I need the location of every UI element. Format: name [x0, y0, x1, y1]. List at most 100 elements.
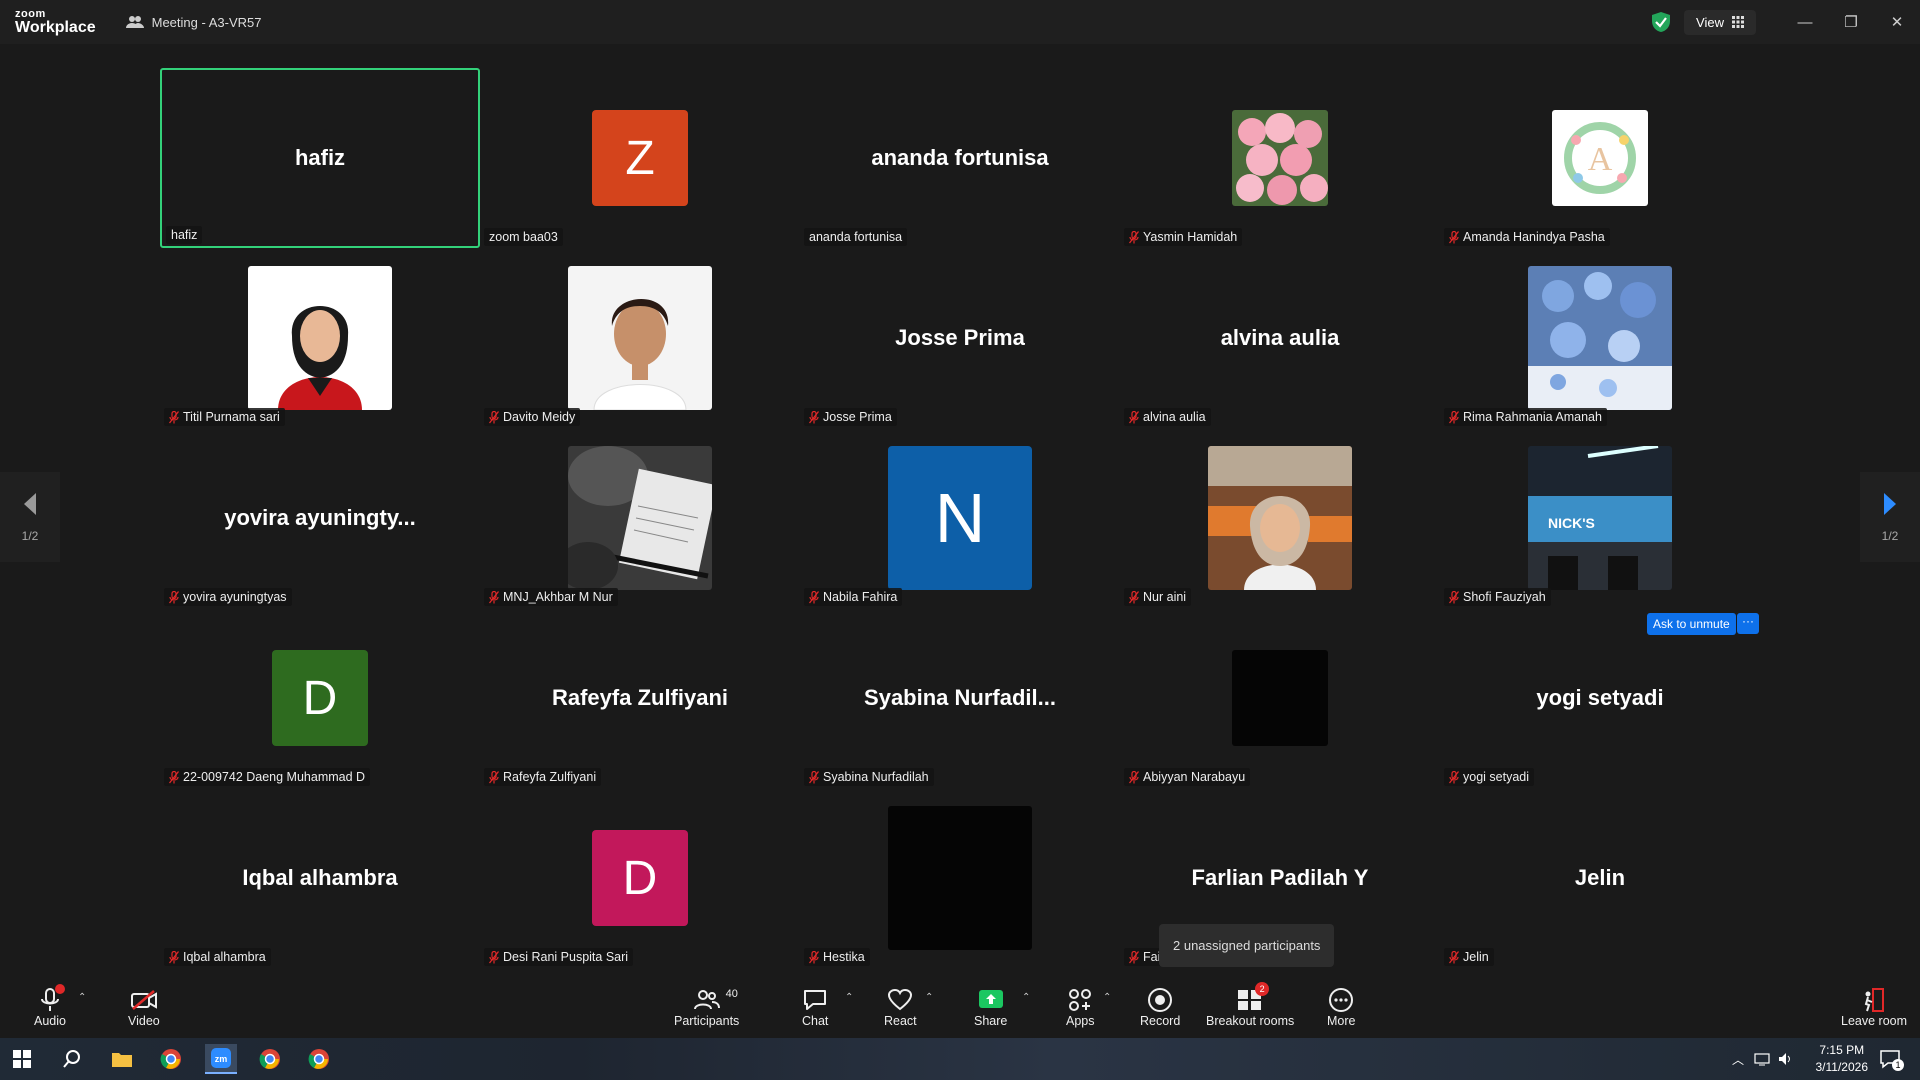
participant-tile[interactable]: Abiyyan Narabayu	[1120, 608, 1440, 788]
participant-name-tag: Shofi Fauziyah	[1444, 588, 1551, 606]
muted-mic-icon	[1448, 410, 1460, 424]
participant-tile[interactable]: hafiz hafiz	[160, 68, 480, 248]
close-icon[interactable]: ✕	[1874, 0, 1920, 44]
participant-name: Fai	[1143, 950, 1161, 964]
react-label: React	[884, 1014, 917, 1028]
apps-button[interactable]: Apps	[1066, 986, 1095, 1028]
os-taskbar: zm ︿ 7:15 PM 3/11/2026 1	[0, 1038, 1920, 1080]
participant-tile[interactable]: NICK'S Shofi Fauziyah	[1440, 428, 1760, 608]
search-icon[interactable]	[56, 1044, 88, 1074]
participant-tile[interactable]: Nur aini	[1120, 428, 1440, 608]
participant-tile[interactable]: Titil Purnama sari	[160, 248, 480, 428]
participant-display-name: Iqbal alhambra	[242, 865, 398, 890]
logo-top: zoom	[15, 7, 46, 20]
participant-tile[interactable]: Hestika	[800, 788, 1120, 968]
record-button[interactable]: Record	[1140, 986, 1180, 1028]
system-clock[interactable]: 7:15 PM 3/11/2026	[1816, 1042, 1869, 1076]
participant-tile[interactable]: Iqbal alhambra Iqbal alhambra	[160, 788, 480, 968]
participant-name-tag: hafiz	[166, 226, 203, 244]
restore-icon[interactable]: ❐	[1828, 0, 1874, 44]
profile-photo	[1208, 446, 1352, 590]
participant-name: Yasmin Hamidah	[1143, 230, 1238, 244]
minimize-icon[interactable]: —	[1782, 0, 1828, 44]
participant-tile[interactable]: D 22-009742 Daeng Muhammad D	[160, 608, 480, 788]
chat-label: Chat	[802, 1014, 829, 1028]
participant-display-name: alvina aulia	[1220, 325, 1340, 350]
participant-tile[interactable]: Josse Prima Josse Prima	[800, 248, 1120, 428]
notifications-icon[interactable]: 1	[1874, 1044, 1906, 1074]
view-button[interactable]: View	[1684, 9, 1756, 35]
participant-tile[interactable]: Syabina Nurfadil... Syabina Nurfadilah	[800, 608, 1120, 788]
ask-to-unmute-button[interactable]: Ask to unmute	[1647, 613, 1736, 635]
share-caret-icon[interactable]: ⌃	[1022, 992, 1030, 1003]
participant-name-tag: Iqbal alhambra	[164, 948, 271, 966]
chat-caret-icon[interactable]: ⌃	[845, 992, 853, 1003]
participant-name: Titil Purnama sari	[183, 410, 280, 424]
participant-name: Desi Rani Puspita Sari	[503, 950, 629, 964]
participant-tile[interactable]: Yasmin Hamidah	[1120, 68, 1440, 248]
prev-page-button[interactable]: 1/2	[0, 472, 60, 562]
muted-mic-icon	[488, 410, 500, 424]
video-button[interactable]: Video	[128, 986, 160, 1028]
next-page-button[interactable]: 1/2	[1860, 472, 1920, 562]
speaker-icon[interactable]	[1776, 1044, 1796, 1074]
participant-display-name: Farlian Padilah Y	[1191, 865, 1369, 890]
profile-photo	[248, 266, 392, 410]
file-explorer-icon[interactable]	[106, 1044, 138, 1074]
more-button[interactable]: More	[1327, 986, 1355, 1028]
participant-tile[interactable]: yovira ayuningty... yovira ayuningtyas	[160, 428, 480, 608]
chevron-up-icon[interactable]: ︿	[1728, 1044, 1748, 1074]
apps-caret-icon[interactable]: ⌃	[1103, 992, 1111, 1003]
participant-tile[interactable]: Davito Meidy	[480, 248, 800, 428]
participant-tile[interactable]: ananda fortunisa ananda fortunisa	[800, 68, 1120, 248]
participant-display-name: Rafeyfa Zulfiyani	[551, 685, 729, 710]
participant-tile[interactable]: Rima Rahmania Amanah	[1440, 248, 1760, 428]
participant-name-tag: Davito Meidy	[484, 408, 581, 426]
participant-name: Hestika	[823, 950, 865, 964]
network-icon[interactable]	[1752, 1044, 1772, 1074]
meeting-title-text: Meeting - A3-VR57	[151, 14, 262, 30]
windows-start-icon[interactable]	[6, 1044, 38, 1074]
participant-name-tag: Josse Prima	[804, 408, 897, 426]
meeting-title[interactable]: Meeting - A3-VR57	[125, 14, 262, 30]
breakout-tooltip: 2 unassigned participants	[1159, 924, 1335, 967]
participant-name: Shofi Fauziyah	[1463, 590, 1546, 604]
react-caret-icon[interactable]: ⌃	[925, 992, 933, 1003]
participant-tile[interactable]: D Desi Rani Puspita Sari	[480, 788, 800, 968]
participant-name: zoom baa03	[489, 230, 558, 244]
participant-name-tag: Nabila Fahira	[804, 588, 903, 606]
participants-label: Participants	[674, 1014, 740, 1028]
tile-more-options-button[interactable]: ···	[1737, 613, 1759, 634]
chrome-icon-3[interactable]	[303, 1044, 335, 1074]
participant-tile[interactable]: N Nabila Fahira	[800, 428, 1120, 608]
zoom-taskbar-icon[interactable]: zm	[205, 1044, 237, 1074]
share-button[interactable]: Share	[974, 986, 1007, 1028]
audio-caret-icon[interactable]: ⌃	[78, 992, 86, 1003]
participant-tile[interactable]: Rafeyfa Zulfiyani Rafeyfa Zulfiyani	[480, 608, 800, 788]
grid-icon	[1732, 16, 1744, 28]
muted-mic-icon	[168, 950, 180, 964]
svg-text:A: A	[1588, 141, 1613, 178]
participant-tile[interactable]: A Amanda Hanindya Pasha	[1440, 68, 1760, 248]
security-shield-icon[interactable]	[1650, 11, 1672, 33]
leave-room-button[interactable]: Leave room	[1841, 986, 1907, 1028]
muted-mic-icon	[1128, 950, 1140, 964]
chrome-icon[interactable]	[155, 1044, 187, 1074]
participant-tile[interactable]: alvina aulia alvina aulia	[1120, 248, 1440, 428]
audio-button[interactable]: Audio	[34, 984, 66, 1028]
participant-tile[interactable]: MNJ_Akhbar M Nur	[480, 428, 800, 608]
chat-icon	[804, 990, 827, 1010]
participant-tile[interactable]: Zzoom baa03	[480, 68, 800, 248]
profile-photo	[888, 806, 1032, 950]
participant-tile[interactable]: yogi setyadi yogi setyadi	[1440, 608, 1760, 788]
chrome-icon-2[interactable]	[254, 1044, 286, 1074]
participant-name: Rafeyfa Zulfiyani	[503, 770, 597, 784]
muted-mic-icon	[488, 590, 500, 604]
profile-photo: A	[1552, 110, 1648, 206]
chat-button[interactable]: Chat	[802, 986, 828, 1028]
participant-tile[interactable]: Jelin Jelin	[1440, 788, 1760, 968]
breakout-rooms-button[interactable]: 2 Breakout rooms	[1206, 982, 1294, 1028]
participant-name: Nabila Fahira	[823, 590, 898, 604]
participants-button[interactable]: 40 Participants	[674, 986, 739, 1028]
react-button[interactable]: React	[884, 986, 917, 1028]
